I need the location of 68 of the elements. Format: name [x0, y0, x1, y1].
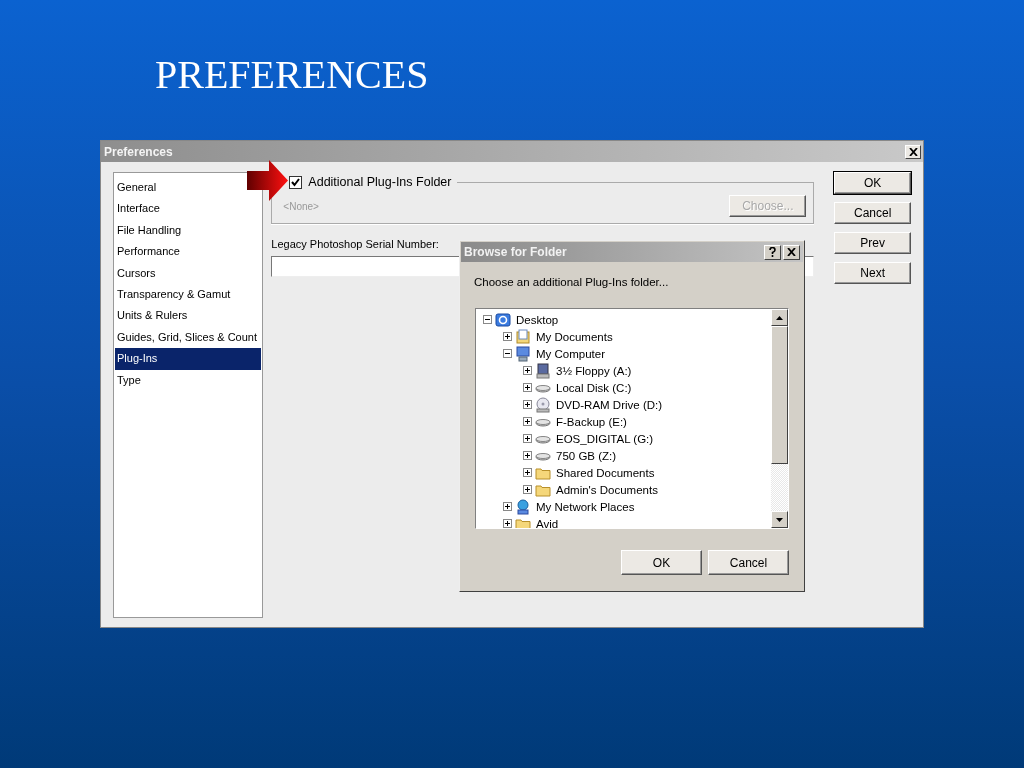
scrollbar[interactable]	[771, 309, 788, 528]
collapse-toggle[interactable]	[503, 349, 512, 358]
dialog-button[interactable]: Next	[834, 262, 911, 284]
checkbox[interactable]	[289, 175, 303, 189]
computer-icon	[515, 345, 531, 362]
help-button[interactable]	[764, 244, 781, 260]
optical-drive-icon	[535, 396, 551, 413]
dialog-button[interactable]: OK	[621, 550, 702, 575]
callout-arrow	[247, 160, 288, 201]
tree-item[interactable]: Admin's Documents	[556, 483, 658, 496]
window-title: Preferences	[104, 144, 173, 159]
tree-item[interactable]: 750 GB (Z:)	[556, 449, 617, 462]
network-icon	[515, 498, 531, 515]
expand-toggle[interactable]	[523, 417, 532, 426]
tree-item[interactable]: EOS_DIGITAL (G:)	[556, 432, 654, 445]
tree-item[interactable]: Shared Documents	[556, 466, 655, 479]
expand-toggle[interactable]	[503, 502, 512, 511]
tree-item[interactable]: Avid	[536, 517, 559, 528]
category-item[interactable]: Transparency & Gamut	[115, 283, 231, 306]
expand-toggle[interactable]	[523, 485, 532, 494]
tree-item[interactable]: Local Disk (C:)	[556, 381, 632, 394]
checkbox-label[interactable]: Additional Plug-Ins Folder	[308, 175, 452, 189]
expand-toggle[interactable]	[523, 366, 532, 375]
close-button[interactable]	[783, 244, 800, 260]
check-icon	[291, 177, 301, 187]
tree-item[interactable]: My Documents	[536, 330, 613, 343]
category-item[interactable]: Guides, Grid, Slices & Count	[115, 326, 257, 349]
collapse-toggle[interactable]	[483, 315, 492, 324]
expand-toggle[interactable]	[523, 383, 532, 392]
category-item[interactable]: Units & Rulers	[115, 305, 188, 327]
scroll-thumb[interactable]	[771, 326, 788, 464]
dialog-button[interactable]: Cancel	[708, 550, 789, 575]
dialog-button[interactable]: Cancel	[834, 202, 911, 224]
category-item[interactable]: Type	[115, 369, 141, 391]
category-item[interactable]: Performance	[115, 241, 180, 263]
desktop-icon	[495, 311, 511, 328]
tree-item[interactable]: DVD-RAM Drive (D:)	[556, 398, 663, 411]
help-icon	[769, 247, 776, 257]
floppy-drive-icon	[535, 362, 551, 379]
dialog-title: Browse for Folder	[464, 245, 567, 259]
expand-toggle[interactable]	[523, 434, 532, 443]
expand-toggle[interactable]	[523, 468, 532, 477]
expand-toggle[interactable]	[523, 400, 532, 409]
slide-title: PREFERENCES	[155, 52, 429, 98]
tree-item[interactable]: My Computer	[536, 347, 606, 360]
dialog-button[interactable]: Prev	[834, 232, 911, 254]
tree-item[interactable]: F-Backup (E:)	[556, 415, 627, 428]
category-item[interactable]: Cursors	[115, 262, 156, 284]
tree-item[interactable]: Desktop	[516, 313, 559, 326]
close-icon	[908, 147, 918, 156]
documents-folder-icon	[515, 328, 531, 345]
scroll-up-icon[interactable]	[776, 315, 783, 320]
category-item[interactable]: Interface	[115, 198, 160, 220]
scroll-down-icon[interactable]	[776, 517, 783, 522]
prompt-text: Choose an additional Plug-Ins folder...	[474, 276, 670, 288]
expand-toggle[interactable]	[503, 519, 512, 528]
category-item[interactable]: Plug-Ins	[115, 348, 262, 370]
expand-toggle[interactable]	[503, 332, 512, 341]
expand-toggle[interactable]	[523, 451, 532, 460]
category-item[interactable]: File Handling	[115, 219, 182, 242]
tree-item[interactable]: My Network Places	[536, 500, 635, 513]
category-item[interactable]: General	[115, 177, 157, 199]
dialog-button[interactable]: OK	[834, 172, 911, 194]
close-button[interactable]	[905, 144, 921, 159]
tree-item[interactable]: 3½ Floppy (A:)	[556, 364, 632, 377]
close-icon	[787, 248, 796, 256]
field-label: Legacy Photoshop Serial Number:	[271, 238, 440, 250]
folder-path-text: <None>	[283, 200, 319, 214]
